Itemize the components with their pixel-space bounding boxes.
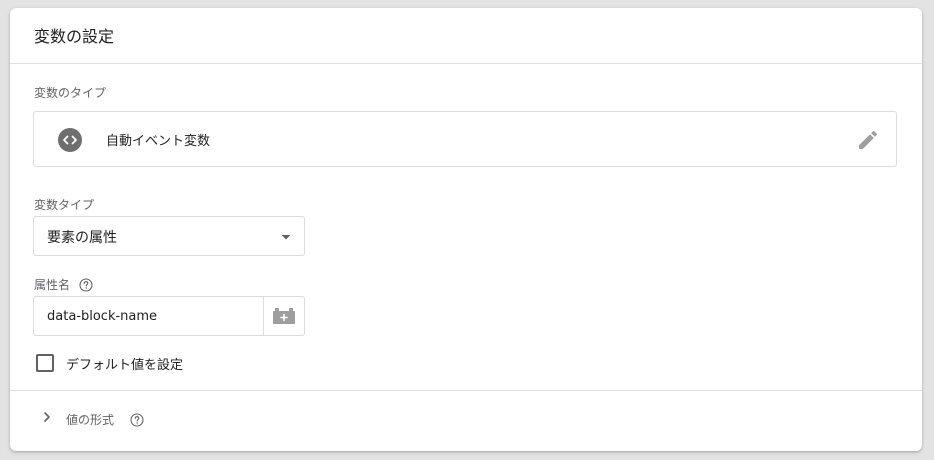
variable-subtype-selected-value: 要素の属性: [47, 230, 117, 246]
pencil-icon[interactable]: [856, 128, 880, 152]
variable-picker-button[interactable]: [263, 297, 304, 335]
default-value-checkbox-label: デフォルト値を設定: [66, 358, 184, 373]
variable-subtype-label: 変数タイプ: [34, 198, 95, 212]
chevron-right-icon: [40, 409, 54, 423]
default-value-checkbox[interactable]: [36, 354, 54, 372]
variable-subtype-select[interactable]: 要素の属性: [33, 216, 305, 256]
value-format-expander[interactable]: 値の形式: [40, 408, 240, 428]
variable-type-name: 自動イベント変数: [106, 134, 211, 149]
variable-configuration-card: 変数の設定 変数のタイプ 自動イベント変数 変数タイプ 要素の属性 属性名 da…: [10, 8, 922, 451]
variable-block-icon: [273, 308, 295, 324]
attribute-name-input[interactable]: [34, 297, 264, 335]
value-format-label: 値の形式: [66, 413, 115, 427]
attribute-name-input-group: [33, 296, 305, 336]
format-section-divider: [10, 390, 922, 391]
question-circle-icon[interactable]: [79, 277, 93, 292]
caret-down-icon: [278, 229, 294, 245]
attribute-name-label: 属性名: [34, 278, 71, 292]
variable-type-box[interactable]: 自動イベント変数: [33, 111, 897, 167]
header-divider: [10, 63, 922, 64]
card-title: 変数の設定: [34, 27, 115, 46]
question-circle-icon[interactable]: [130, 412, 144, 427]
variable-type-label: 変数のタイプ: [34, 86, 107, 100]
code-brackets-icon: [58, 128, 82, 152]
